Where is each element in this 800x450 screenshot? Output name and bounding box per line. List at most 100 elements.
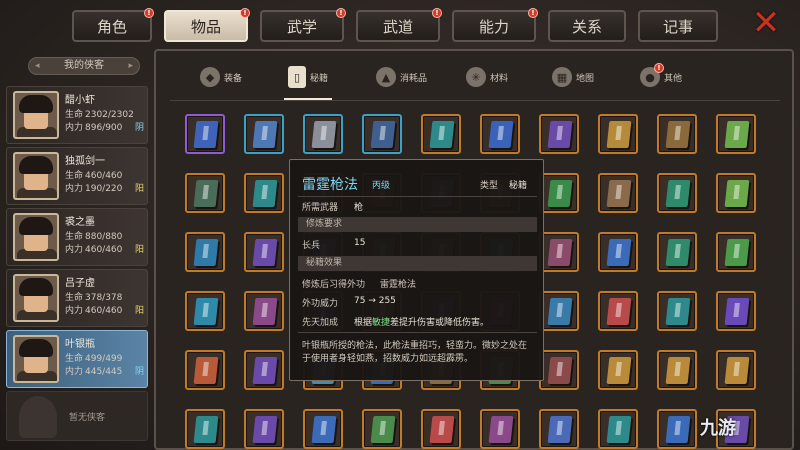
book-icon [665,357,691,384]
item-slot[interactable] [362,114,402,154]
item-slot[interactable] [716,232,756,272]
weapon-label: 所需武器 [302,203,339,213]
tab-martial-way[interactable]: 武道 ! [356,8,442,42]
type-value: 秘籍 [509,181,528,191]
item-description: 叶银瓶所授的枪法，此枪法重招巧，轻蛮力。微妙之处在于使用者身轻如燕，招数威力如远… [302,341,528,364]
tab-martial-arts[interactable]: 武学 ! [260,8,346,42]
tab-abilities[interactable]: 能力 ! [452,8,538,42]
item-slot[interactable] [480,114,520,154]
bonus-text: 根据敏捷差提升伤害或降低伤害。 [354,318,490,328]
item-slot[interactable] [244,114,284,154]
item-slot[interactable] [362,409,402,449]
close-icon[interactable]: ✕ [748,6,784,42]
item-slot[interactable] [480,409,520,449]
arrow-left-icon[interactable]: ◂ [35,58,40,74]
hp-stat: 生命 880/880 [65,232,123,242]
item-slot[interactable] [598,114,638,154]
empty-character-slot[interactable]: 暂无侠客 [6,391,148,441]
tab-label: 武道 [382,17,413,36]
item-slot[interactable] [185,232,225,272]
item-grade: 丙级 [372,181,391,191]
item-slot[interactable] [657,114,697,154]
item-slot[interactable] [716,173,756,213]
attribute-badge: 阴 [135,123,145,133]
subtab-maps[interactable]: ▦ 地图 [552,62,594,92]
item-slot[interactable] [598,409,638,449]
item-slot[interactable] [598,350,638,390]
character-card-selected[interactable]: 叶银瓶 生命 499/499 内力 445/445 阴 [6,330,148,388]
effects-header: 秘籍效果 [298,256,537,271]
tab-character[interactable]: 角色 ! [72,8,154,42]
item-slot[interactable] [303,114,343,154]
arrow-right-icon[interactable]: ▸ [128,58,133,74]
character-card[interactable]: 吕子虚 生命 378/378 内力 460/460 阳 [6,269,148,327]
book-icon [724,357,750,384]
mp-stat: 内力 896/900 [65,123,123,133]
item-slot[interactable] [598,173,638,213]
avatar [13,274,59,322]
book-icon [193,416,219,443]
subtab-label: 材料 [490,73,509,84]
subtab-equipment[interactable]: ◆ 装备 [200,62,242,92]
item-slot[interactable] [716,114,756,154]
character-card[interactable]: 醋小虾 生命 2302/2302 内力 896/900 阴 [6,86,148,144]
subtab-materials[interactable]: ✳ 材料 [466,62,508,92]
item-slot[interactable] [539,232,579,272]
attribute-badge: 阳 [135,306,145,316]
character-card[interactable]: 独孤剑一 生命 460/460 内力 190/220 阳 [6,147,148,205]
divider [170,100,780,101]
party-header: ◂ 我的侠客 ▸ [28,57,140,75]
item-slot[interactable] [244,173,284,213]
tab-journal[interactable]: 记事 [638,10,718,42]
book-icon [252,239,278,266]
book-icon [252,180,278,207]
subtab-label: 其他 [664,73,683,84]
subtab-other[interactable]: ●! 其他 [640,62,682,92]
item-slot[interactable] [421,409,461,449]
tab-relations[interactable]: 关系 [548,10,626,42]
item-slot[interactable] [539,173,579,213]
requirement-label: 长兵 [302,241,321,251]
character-card[interactable]: 裘之墨 生命 880/880 内力 460/460 阳 [6,208,148,266]
requirements-header: 修炼要求 [298,217,537,232]
item-slot[interactable] [716,350,756,390]
power-label: 外功威力 [302,299,339,309]
item-slot[interactable] [657,232,697,272]
item-slot[interactable] [421,114,461,154]
learn-value: 雷霆枪法 [380,280,417,290]
item-slot[interactable] [657,173,697,213]
notification-badge: ! [240,8,250,18]
item-slot[interactable] [598,291,638,331]
item-slot[interactable] [657,409,697,449]
item-slot[interactable] [598,232,638,272]
subtab-manuals[interactable]: ▯ 秘籍 [288,62,328,92]
item-slot[interactable] [244,409,284,449]
item-slot[interactable] [303,409,343,449]
item-slot[interactable] [539,409,579,449]
item-slot[interactable] [539,350,579,390]
power-value: 75 → 255 [354,296,396,306]
item-slot[interactable] [539,114,579,154]
avatar [13,335,59,383]
item-slot[interactable] [244,232,284,272]
divider [298,196,537,197]
item-slot[interactable] [185,114,225,154]
item-slot[interactable] [244,291,284,331]
tab-items[interactable]: 物品 ! [164,8,250,42]
book-icon [370,416,396,443]
item-slot[interactable] [539,291,579,331]
item-slot[interactable] [185,173,225,213]
item-slot[interactable] [185,409,225,449]
book-icon [547,239,573,266]
book-icon [724,180,750,207]
item-slot[interactable] [657,291,697,331]
item-slot[interactable] [244,350,284,390]
item-slot[interactable] [716,291,756,331]
book-icon [606,180,632,207]
book-icon [724,298,750,325]
item-slot[interactable] [185,291,225,331]
avatar [13,213,59,261]
subtab-consumables[interactable]: ▲ 消耗品 [376,62,427,92]
item-slot[interactable] [185,350,225,390]
item-slot[interactable] [657,350,697,390]
